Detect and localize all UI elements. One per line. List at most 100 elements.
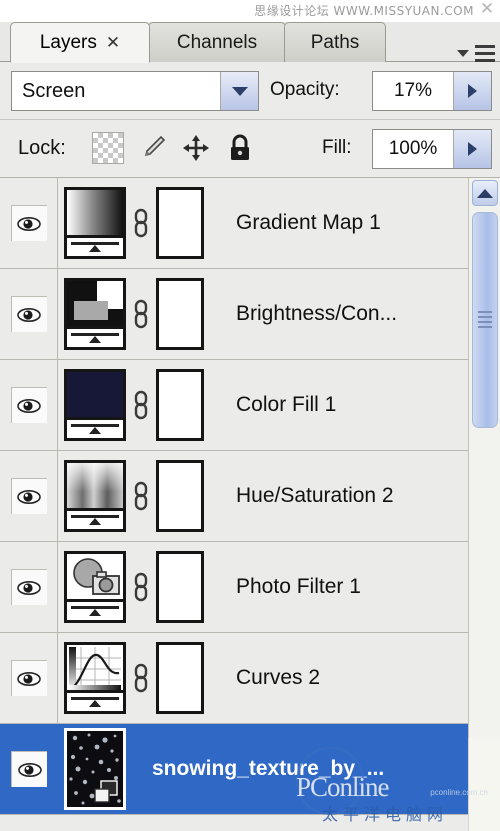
blend-mode-dropdown-arrow[interactable] [220,72,258,110]
opacity-value: 17% [393,80,433,101]
layer-name: Brightness/Con... [236,302,398,325]
tab-channels[interactable]: Channels [148,22,286,62]
forum-watermark-text: 思缘设计论坛 WWW.MISSYUAN.COM [254,4,474,18]
opacity-stepper-arrow[interactable] [453,72,491,110]
adjustment-slider-strip [67,690,123,711]
lock-all-icon[interactable] [224,132,256,164]
layer-name: Curves 2 [236,666,321,689]
layer-mask-link-icon[interactable] [130,390,152,420]
photoshop-layers-panel: 思缘设计论坛 WWW.MISSYUAN.COM ✕ Layers ✕ Chann… [0,0,500,831]
layer-row[interactable]: Gradient Map 1 [0,178,500,269]
fill-value: 100% [388,138,438,159]
lock-transparent-pixels-icon[interactable] [92,132,124,164]
layer-mask-link-icon[interactable] [130,481,152,511]
layer-mask-link-icon[interactable] [130,208,152,238]
blend-mode-row: Screen Opacity: 17% [0,62,500,120]
adjustment-slider-strip [67,599,123,620]
scroll-thumb[interactable] [472,212,498,428]
layers-list[interactable]: Gradient Map 1 Brightness/Con... Color F… [0,178,500,831]
top-watermark-bar: 思缘设计论坛 WWW.MISSYUAN.COM ✕ [0,0,500,22]
scrollbar-gutter [468,738,500,831]
layer-thumbnails[interactable] [64,728,126,810]
eye-icon[interactable] [10,660,47,696]
layer-mask-thumbnail[interactable] [156,551,204,623]
layer-mask-thumbnail[interactable] [156,369,204,441]
layer-row[interactable]: Photo Filter 1 [0,542,500,633]
chevron-down-icon [457,50,469,57]
layer-name: Color Fill 1 [236,393,337,416]
opacity-label: Opacity: [270,79,340,100]
fill-stepper-arrow[interactable] [453,130,491,168]
layer-thumbnail-snow-texture[interactable] [64,728,126,810]
layer-mask-link-icon[interactable] [130,299,152,329]
layer-visibility-cell[interactable] [0,269,58,359]
layer-mask-thumbnail[interactable] [156,460,204,532]
opacity-field[interactable]: 17% [372,71,492,111]
layer-thumbnail-hue-saturation[interactable] [64,460,126,532]
tab-paths-label: Paths [310,31,360,53]
eye-icon[interactable] [10,205,47,241]
layer-mask-thumbnail[interactable] [156,187,204,259]
layer-thumbnails[interactable] [64,187,204,259]
layer-mask-link-icon[interactable] [130,663,152,693]
layer-name: Hue/Saturation 2 [236,484,394,507]
blend-mode-select[interactable]: Screen [11,71,259,111]
smart-object-badge-icon [93,779,121,805]
tab-paths[interactable]: Paths [284,22,386,62]
layer-thumbnail-solid-color[interactable] [64,369,126,441]
lock-image-pixels-icon[interactable] [136,132,168,164]
collapse-icon[interactable]: ✕ [477,0,497,19]
tab-layers[interactable]: Layers ✕ [10,22,150,63]
layer-visibility-cell[interactable] [0,542,58,632]
eye-icon[interactable] [10,569,47,605]
layer-thumbnails[interactable] [64,278,204,350]
blend-mode-value: Screen [22,79,86,102]
layer-name: Gradient Map 1 [236,211,381,234]
lock-position-icon[interactable] [180,132,212,164]
eye-icon[interactable] [10,387,47,423]
adjustment-slider-strip [67,417,123,438]
layer-mask-link-icon[interactable] [130,572,152,602]
fill-field[interactable]: 100% [372,129,492,169]
scroll-up-button[interactable] [472,180,498,206]
layer-name: snowing_texture_by_... [152,757,385,780]
layer-visibility-cell[interactable] [0,633,58,723]
layer-row[interactable]: Brightness/Con... [0,269,500,360]
layer-thumbnail-curves[interactable] [64,642,126,714]
layer-visibility-cell[interactable] [0,360,58,450]
scroll-grip-icon [478,311,492,331]
tab-layers-label: Layers [39,31,97,53]
layer-visibility-cell[interactable] [0,451,58,541]
lock-label: Lock: [18,137,66,159]
lock-row: Lock: Fill: 100% [0,120,500,178]
layer-row[interactable]: Hue/Saturation 2 [0,451,500,542]
layer-mask-thumbnail[interactable] [156,278,204,350]
layer-row[interactable]: Color Fill 1 [0,360,500,451]
layer-thumbnail-gradient-map[interactable] [64,187,126,259]
close-icon[interactable]: ✕ [106,34,120,51]
chevron-right-icon [468,84,477,98]
layers-scrollbar[interactable] [468,178,500,738]
layer-thumbnail-brightness-contrast[interactable] [64,278,126,350]
chevron-right-icon [468,142,477,156]
adjustment-slider-strip [67,508,123,529]
layer-thumbnails[interactable] [64,369,204,441]
eye-icon[interactable] [10,296,47,332]
lock-icon-group [92,132,256,164]
layer-thumbnails[interactable] [64,642,204,714]
eye-icon[interactable] [10,478,47,514]
layer-thumbnails[interactable] [64,460,204,532]
layer-thumbnails[interactable] [64,551,204,623]
panel-tab-bar: Layers ✕ Channels Paths [0,18,500,63]
layer-mask-thumbnail[interactable] [156,642,204,714]
chevron-down-icon [231,86,248,96]
layer-visibility-cell[interactable] [0,724,58,814]
eye-icon[interactable] [11,751,47,787]
layer-row[interactable]: snowing_texture_by_... [0,724,500,815]
adjustment-slider-strip [67,235,123,256]
layer-name: Photo Filter 1 [236,575,361,598]
layer-thumbnail-photo-filter[interactable] [64,551,126,623]
layer-row[interactable]: Curves 2 [0,633,500,724]
layer-visibility-cell[interactable] [0,178,58,268]
adjustment-slider-strip [67,326,123,347]
